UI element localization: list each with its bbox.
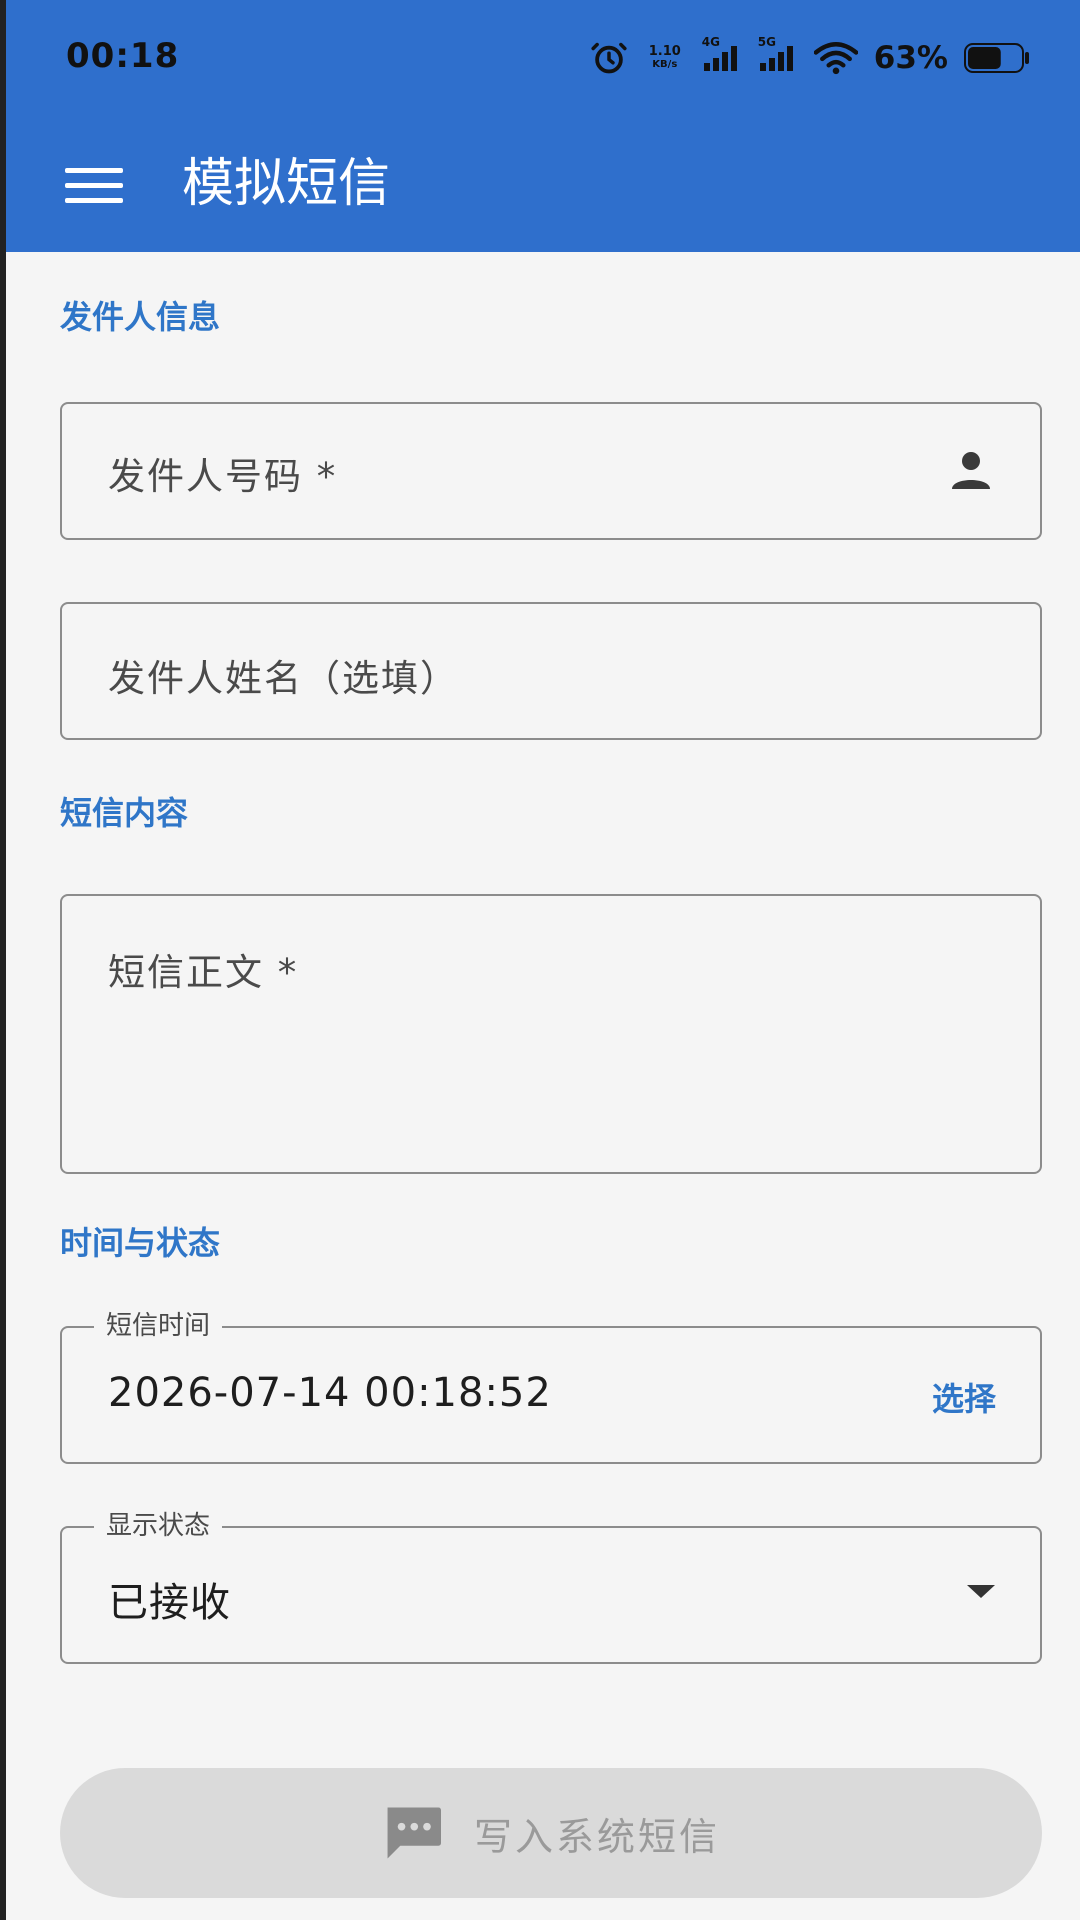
- sender-number-field[interactable]: 发件人号码 *: [60, 402, 1042, 540]
- app-bar: 模拟短信: [6, 120, 1080, 252]
- sms-time-select-button[interactable]: 选择: [932, 1374, 996, 1420]
- status-time: 00:18: [66, 36, 180, 76]
- message-body-placeholder: 短信正文 *: [108, 951, 299, 994]
- section-label-content: 短信内容: [60, 794, 189, 832]
- alarm-icon: [591, 42, 627, 74]
- section-label-time-status: 时间与状态: [60, 1224, 221, 1262]
- display-status-value: 已接收: [108, 1580, 231, 1626]
- sim1-signal: 4G: [702, 35, 742, 73]
- status-bar: 00:18 1.10 KB/s 4G 5G 63%: [6, 0, 1080, 120]
- sim2-signal: 5G: [758, 35, 798, 73]
- sms-time-label: 短信时间: [94, 1306, 223, 1346]
- sim1-network-tag: 4G: [701, 35, 720, 49]
- sms-time-value: 2026-07-14 00:18:52: [108, 1370, 552, 1416]
- write-system-sms-button[interactable]: 写入系统短信: [60, 1768, 1042, 1898]
- sender-number-placeholder: 发件人号码 *: [108, 455, 338, 498]
- net-speed-unit: KB/s: [652, 59, 678, 70]
- display-status-dropdown[interactable]: 显示状态 已接收: [60, 1506, 1042, 1664]
- sms-time-field[interactable]: 短信时间 2026-07-14 00:18:52 选择: [60, 1306, 1042, 1464]
- sim2-network-tag: 5G: [757, 35, 776, 49]
- menu-icon: [65, 168, 123, 203]
- status-icons: 1.10 KB/s 4G 5G 63%: [590, 35, 1030, 78]
- display-status-label: 显示状态: [94, 1506, 223, 1546]
- message-icon: [387, 1807, 441, 1859]
- net-speed-indicator: 1.10 KB/s: [644, 45, 686, 71]
- person-icon: [952, 452, 990, 489]
- battery-percent: 63%: [873, 40, 948, 76]
- top-bar: 00:18 1.10 KB/s 4G 5G 63% 模拟短信: [6, 0, 1080, 252]
- caret-down-icon: [967, 1585, 995, 1598]
- message-body-field[interactable]: 短信正文 *: [60, 894, 1042, 1174]
- screen: 00:18 1.10 KB/s 4G 5G 63% 模拟短信 发件人信息 发件人…: [0, 0, 1080, 1920]
- dropdown-arrow[interactable]: [966, 1584, 996, 1604]
- battery-icon: [964, 43, 1029, 73]
- sender-name-field[interactable]: 发件人姓名（选填）: [60, 602, 1042, 740]
- section-label-sender: 发件人信息: [60, 298, 221, 336]
- contact-picker-button[interactable]: [946, 446, 996, 498]
- wifi-icon: [813, 42, 858, 75]
- menu-button[interactable]: [58, 150, 130, 222]
- net-speed-value: 1.10: [648, 44, 681, 59]
- app-title: 模拟短信: [182, 154, 391, 214]
- sender-name-placeholder: 发件人姓名（选填）: [108, 657, 459, 700]
- write-button-label: 写入系统短信: [473, 1814, 720, 1859]
